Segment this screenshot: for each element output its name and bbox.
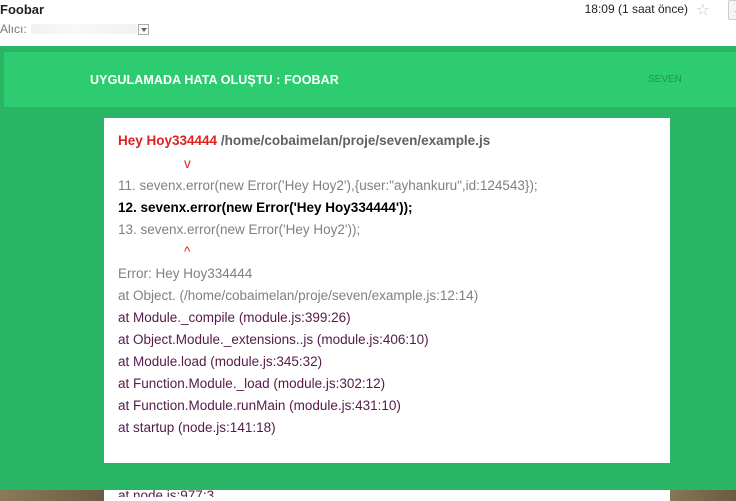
error-card: Hey Hoy334444 /home/cobaimelan/proje/sev…: [104, 118, 670, 463]
stack-frame: at Function.Module.runMain (module.js:43…: [118, 398, 401, 413]
sender-name[interactable]: Foobar: [0, 2, 44, 17]
stack-frame: at Module._compile (module.js:399:26): [118, 310, 351, 325]
caret-up: ^: [184, 244, 191, 259]
recipient-details-dropdown-icon[interactable]: [137, 23, 149, 35]
error-label: Hey Hoy334444: [118, 133, 218, 148]
code-line-highlighted: 12. sevenx.error(new Error('Hey Hoy33444…: [118, 200, 413, 215]
file-path: /home/cobaimelan/proje/seven/example.js: [220, 133, 491, 148]
stack-frame: at Function.Module._load (module.js:302:…: [118, 376, 386, 391]
recipient-value: [30, 24, 137, 34]
stack-frame-origin: at Object. (/home/cobaimelan/proje/seven…: [118, 288, 479, 303]
email-header: Foobar Alıcı: 18:09 (1 saat önce) ☆ ◂: [0, 0, 736, 44]
code-line: 13. sevenx.error(new Error('Hey Hoy2'));: [118, 222, 361, 237]
stack-frame: at startup (node.js:141:18): [118, 420, 276, 435]
reply-button[interactable]: ◂: [728, 0, 736, 20]
seven-link[interactable]: SEVEN: [648, 74, 682, 85]
error-message: Error: Hey Hoy334444: [118, 266, 253, 281]
stack-frame: at Module.load (module.js:345:32): [118, 354, 323, 369]
banner-title: UYGULAMADA HATA OLUŞTU : FOOBAR: [90, 73, 339, 87]
email-timestamp: 18:09 (1 saat önce): [584, 2, 688, 16]
code-line: 11. sevenx.error(new Error('Hey Hoy2'),{…: [118, 178, 538, 193]
stack-frame: at Object.Module._extensions..js (module…: [118, 332, 429, 347]
star-icon[interactable]: ☆: [696, 0, 710, 20]
file-heading: Hey Hoy334444 /home/cobaimelan/proje/sev…: [118, 133, 490, 148]
caret-down: v: [184, 156, 191, 171]
recipient-row: Alıcı:: [0, 22, 149, 36]
error-banner: UYGULAMADA HATA OLUŞTU : FOOBAR SEVEN: [4, 52, 736, 107]
recipient-label: Alıcı:: [0, 22, 27, 36]
